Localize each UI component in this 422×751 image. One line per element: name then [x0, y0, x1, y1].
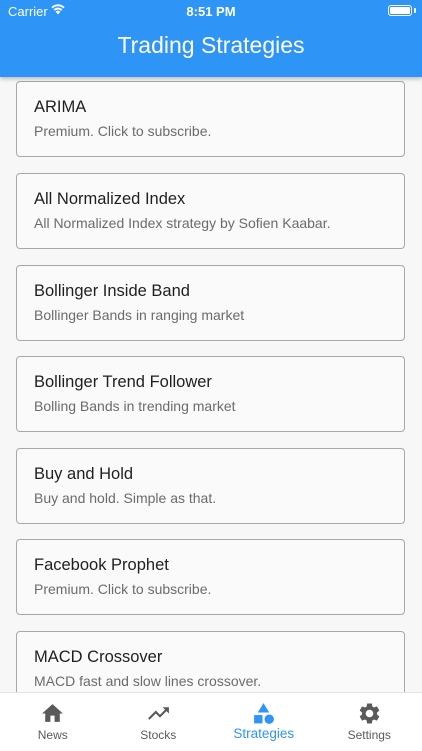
- strategy-card[interactable]: MACD Crossover MACD fast and slow lines …: [16, 631, 405, 692]
- battery-tip: [414, 8, 416, 13]
- battery-icon: [388, 5, 412, 16]
- strategy-subtitle: All Normalized Index strategy by Sofien …: [34, 215, 331, 231]
- tab-label: Strategies: [211, 726, 317, 741]
- strategy-title: Buy and Hold: [34, 465, 133, 484]
- strategy-card[interactable]: All Normalized Index All Normalized Inde…: [16, 173, 405, 249]
- strategy-list[interactable]: ARIMA Premium. Click to subscribe. All N…: [0, 77, 422, 692]
- strategy-subtitle: MACD fast and slow lines crossover.: [34, 673, 261, 689]
- home-icon: [40, 701, 65, 726]
- strategy-subtitle: Premium. Click to subscribe.: [34, 123, 211, 139]
- status-bar: Carrier 8:51 PM: [0, 0, 422, 22]
- tab-strategies[interactable]: Strategies: [211, 693, 317, 751]
- strategy-card[interactable]: Bollinger Inside Band Bollinger Bands in…: [16, 265, 405, 341]
- strategy-title: All Normalized Index: [34, 190, 185, 209]
- strategy-title: ARIMA: [34, 98, 86, 117]
- strategy-title: Bollinger Trend Follower: [34, 373, 212, 392]
- strategy-card[interactable]: ARIMA Premium. Click to subscribe.: [16, 81, 405, 157]
- app-header: Carrier 8:51 PM Trading Strategies: [0, 0, 422, 77]
- status-time: 8:51 PM: [0, 4, 422, 19]
- shapes-icon: [251, 701, 276, 726]
- strategy-title: MACD Crossover: [34, 648, 162, 667]
- strategy-title: Facebook Prophet: [34, 556, 169, 575]
- tab-news[interactable]: News: [0, 693, 106, 751]
- strategy-subtitle: Buy and hold. Simple as that.: [34, 490, 216, 506]
- tab-settings[interactable]: Settings: [317, 693, 422, 751]
- strategy-card[interactable]: Buy and Hold Buy and hold. Simple as tha…: [16, 448, 405, 524]
- strategy-subtitle: Premium. Click to subscribe.: [34, 581, 211, 597]
- gear-icon: [357, 701, 382, 726]
- tab-label: Stocks: [106, 728, 212, 742]
- trending-up-icon: [146, 701, 171, 726]
- tab-label: Settings: [317, 728, 422, 742]
- tab-stocks[interactable]: Stocks: [106, 693, 212, 751]
- strategy-subtitle: Bolling Bands in trending market: [34, 398, 236, 414]
- strategy-title: Bollinger Inside Band: [34, 282, 190, 301]
- tab-label: News: [0, 728, 106, 742]
- strategy-card[interactable]: Bollinger Trend Follower Bolling Bands i…: [16, 356, 405, 432]
- strategy-subtitle: Bollinger Bands in ranging market: [34, 307, 244, 323]
- strategy-card[interactable]: Facebook Prophet Premium. Click to subsc…: [16, 539, 405, 615]
- page-title: Trading Strategies: [0, 32, 422, 59]
- bottom-tab-bar: News Stocks Strategies Settings: [0, 692, 422, 750]
